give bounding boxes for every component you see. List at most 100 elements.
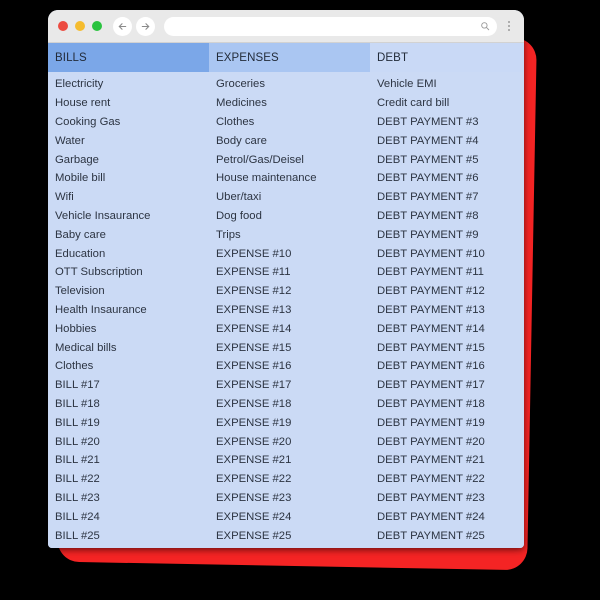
table-cell[interactable]: DEBT PAYMENT #11 bbox=[370, 266, 524, 278]
table-cell[interactable]: DEBT PAYMENT #21 bbox=[370, 454, 524, 466]
table-cell[interactable]: DEBT PAYMENT #8 bbox=[370, 210, 524, 222]
table-cell[interactable]: DEBT PAYMENT #19 bbox=[370, 417, 524, 429]
table-cell[interactable]: Petrol/Gas/Deisel bbox=[209, 154, 370, 166]
table-cell[interactable]: DEBT PAYMENT #3 bbox=[370, 116, 524, 128]
table-cell[interactable]: Clothes bbox=[209, 116, 370, 128]
table-cell[interactable]: BILL #17 bbox=[48, 379, 209, 391]
table-row: ElectricityGroceriesVehicle EMI bbox=[48, 75, 524, 94]
table-row: House rentMedicinesCredit card bill bbox=[48, 94, 524, 113]
table-cell[interactable]: Mobile bill bbox=[48, 172, 209, 184]
table-cell[interactable]: EXPENSE #16 bbox=[209, 360, 370, 372]
more-vertical-icon[interactable] bbox=[503, 17, 515, 36]
table-cell[interactable]: BILL #22 bbox=[48, 473, 209, 485]
maximize-button[interactable] bbox=[92, 21, 102, 31]
table-cell[interactable]: BILL #19 bbox=[48, 417, 209, 429]
table-cell[interactable]: BILL #20 bbox=[48, 436, 209, 448]
table-cell[interactable]: EXPENSE #17 bbox=[209, 379, 370, 391]
table-cell[interactable]: Television bbox=[48, 285, 209, 297]
forward-button[interactable] bbox=[136, 17, 155, 36]
table-cell[interactable]: DEBT PAYMENT #7 bbox=[370, 191, 524, 203]
table-cell[interactable]: Vehicle EMI bbox=[370, 78, 524, 90]
table-row: BILL #25EXPENSE #25DEBT PAYMENT #25 bbox=[48, 526, 524, 545]
table-cell[interactable]: EXPENSE #24 bbox=[209, 511, 370, 523]
table-cell[interactable]: Electricity bbox=[48, 78, 209, 90]
table-cell[interactable]: DEBT PAYMENT #15 bbox=[370, 342, 524, 354]
table-cell[interactable]: DEBT PAYMENT #4 bbox=[370, 135, 524, 147]
table-cell[interactable]: EXPENSE #21 bbox=[209, 454, 370, 466]
table-cell[interactable]: EXPENSE #10 bbox=[209, 248, 370, 260]
table-cell[interactable]: BILL #21 bbox=[48, 454, 209, 466]
table-cell[interactable]: Medical bills bbox=[48, 342, 209, 354]
table-cell[interactable]: DEBT PAYMENT #9 bbox=[370, 229, 524, 241]
back-button[interactable] bbox=[113, 17, 132, 36]
table-cell[interactable]: Garbage bbox=[48, 154, 209, 166]
table-cell[interactable]: BILL #24 bbox=[48, 511, 209, 523]
table-cell[interactable]: DEBT PAYMENT #20 bbox=[370, 436, 524, 448]
table-cell[interactable]: Medicines bbox=[209, 97, 370, 109]
table-cell[interactable]: Credit card bill bbox=[370, 97, 524, 109]
table-cell[interactable]: Clothes bbox=[48, 360, 209, 372]
column-header-bills[interactable]: BILLS bbox=[48, 43, 209, 72]
column-header-row: BILLS EXPENSES DEBT bbox=[48, 43, 524, 72]
table-row: HobbiesEXPENSE #14DEBT PAYMENT #14 bbox=[48, 319, 524, 338]
table-cell[interactable]: Health Insaurance bbox=[48, 304, 209, 316]
table-cell[interactable]: DEBT PAYMENT #6 bbox=[370, 172, 524, 184]
table-cell[interactable]: Baby care bbox=[48, 229, 209, 241]
minimize-button[interactable] bbox=[75, 21, 85, 31]
table-cell[interactable]: DEBT PAYMENT #22 bbox=[370, 473, 524, 485]
table-cell[interactable]: DEBT PAYMENT #18 bbox=[370, 398, 524, 410]
table-cell[interactable]: EXPENSE #23 bbox=[209, 492, 370, 504]
table-cell[interactable]: Uber/taxi bbox=[209, 191, 370, 203]
table-cell[interactable]: Body care bbox=[209, 135, 370, 147]
column-header-debt[interactable]: DEBT bbox=[370, 43, 524, 72]
arrow-right-icon bbox=[140, 21, 151, 32]
table-cell[interactable]: DEBT PAYMENT #10 bbox=[370, 248, 524, 260]
table-cell[interactable]: DEBT PAYMENT #23 bbox=[370, 492, 524, 504]
table-row: Health InsauranceEXPENSE #13DEBT PAYMENT… bbox=[48, 301, 524, 320]
table-row: WaterBody careDEBT PAYMENT #4 bbox=[48, 131, 524, 150]
table-cell[interactable]: BILL #18 bbox=[48, 398, 209, 410]
table-cell[interactable]: Cooking Gas bbox=[48, 116, 209, 128]
table-cell[interactable]: EXPENSE #11 bbox=[209, 266, 370, 278]
table-row: BILL #20EXPENSE #20DEBT PAYMENT #20 bbox=[48, 432, 524, 451]
table-cell[interactable]: EXPENSE #15 bbox=[209, 342, 370, 354]
table-cell[interactable]: House maintenance bbox=[209, 172, 370, 184]
browser-window: BILLS EXPENSES DEBT ElectricityGroceries… bbox=[48, 10, 524, 548]
table-cell[interactable]: DEBT PAYMENT #25 bbox=[370, 530, 524, 542]
spreadsheet-area: BILLS EXPENSES DEBT ElectricityGroceries… bbox=[48, 43, 524, 548]
table-cell[interactable]: DEBT PAYMENT #5 bbox=[370, 154, 524, 166]
table-cell[interactable]: DEBT PAYMENT #12 bbox=[370, 285, 524, 297]
table-cell[interactable]: DEBT PAYMENT #14 bbox=[370, 323, 524, 335]
table-cell[interactable]: OTT Subscription bbox=[48, 266, 209, 278]
table-cell[interactable]: DEBT PAYMENT #17 bbox=[370, 379, 524, 391]
table-cell[interactable]: EXPENSE #19 bbox=[209, 417, 370, 429]
close-button[interactable] bbox=[58, 21, 68, 31]
table-cell[interactable]: Water bbox=[48, 135, 209, 147]
address-bar[interactable] bbox=[164, 17, 497, 36]
table-cell[interactable]: EXPENSE #13 bbox=[209, 304, 370, 316]
table-cell[interactable]: Groceries bbox=[209, 78, 370, 90]
table-row: BILL #19EXPENSE #19DEBT PAYMENT #19 bbox=[48, 413, 524, 432]
table-cell[interactable]: Education bbox=[48, 248, 209, 260]
table-cell[interactable]: Dog food bbox=[209, 210, 370, 222]
table-cell[interactable]: Hobbies bbox=[48, 323, 209, 335]
table-cell[interactable]: EXPENSE #25 bbox=[209, 530, 370, 542]
table-cell[interactable]: Vehicle Insaurance bbox=[48, 210, 209, 222]
table-cell[interactable]: EXPENSE #14 bbox=[209, 323, 370, 335]
search-icon[interactable] bbox=[480, 21, 490, 31]
table-cell[interactable]: BILL #23 bbox=[48, 492, 209, 504]
table-cell[interactable]: Wifi bbox=[48, 191, 209, 203]
table-cell[interactable]: BILL #25 bbox=[48, 530, 209, 542]
table-cell[interactable]: DEBT PAYMENT #16 bbox=[370, 360, 524, 372]
table-cell[interactable]: EXPENSE #18 bbox=[209, 398, 370, 410]
table-cell[interactable]: EXPENSE #22 bbox=[209, 473, 370, 485]
table-cell[interactable]: DEBT PAYMENT #24 bbox=[370, 511, 524, 523]
table-cell[interactable]: DEBT PAYMENT #13 bbox=[370, 304, 524, 316]
table-row: GarbagePetrol/Gas/DeiselDEBT PAYMENT #5 bbox=[48, 150, 524, 169]
table-row: WifiUber/taxiDEBT PAYMENT #7 bbox=[48, 188, 524, 207]
table-cell[interactable]: EXPENSE #20 bbox=[209, 436, 370, 448]
table-cell[interactable]: EXPENSE #12 bbox=[209, 285, 370, 297]
table-cell[interactable]: House rent bbox=[48, 97, 209, 109]
column-header-expenses[interactable]: EXPENSES bbox=[209, 43, 370, 72]
table-cell[interactable]: Trips bbox=[209, 229, 370, 241]
